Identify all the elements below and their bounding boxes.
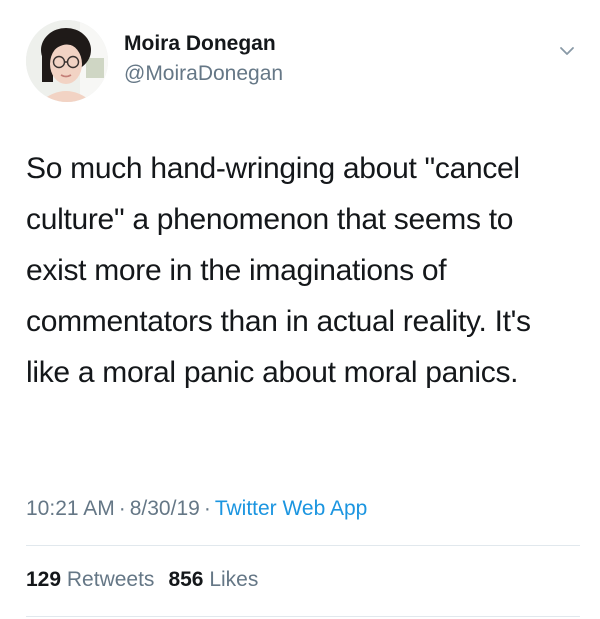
author-name[interactable]: Moira Donegan <box>124 32 276 56</box>
divider <box>26 545 580 546</box>
author-handle[interactable]: @MoiraDonegan <box>124 62 283 86</box>
retweets-label: Retweets <box>66 568 155 591</box>
tweet-card: Moira Donegan @MoiraDonegan So much hand… <box>0 0 600 619</box>
tweet-date[interactable]: 8/30/19 <box>130 497 200 520</box>
divider <box>26 616 580 617</box>
likes-count: 856 <box>168 568 204 591</box>
meta-separator: · <box>203 497 211 520</box>
tweet-text: So much hand-wringing about "cancel cult… <box>26 152 531 389</box>
tweet-stats: 129 Retweets 856 Likes <box>26 568 258 592</box>
chevron-down-icon[interactable] <box>556 40 578 62</box>
meta-separator: · <box>118 497 126 520</box>
avatar[interactable] <box>26 20 108 102</box>
tweet-time[interactable]: 10:21 AM <box>26 497 115 520</box>
tweet-source-link[interactable]: Twitter Web App <box>215 497 368 520</box>
retweets-count: 129 <box>26 568 62 591</box>
tweet-meta: 10:21 AM · 8/30/19 · Twitter Web App <box>26 497 367 521</box>
likes-label: Likes <box>209 568 259 591</box>
retweets-stat[interactable]: 129 Retweets <box>26 568 154 591</box>
likes-stat[interactable]: 856 Likes <box>168 568 258 591</box>
